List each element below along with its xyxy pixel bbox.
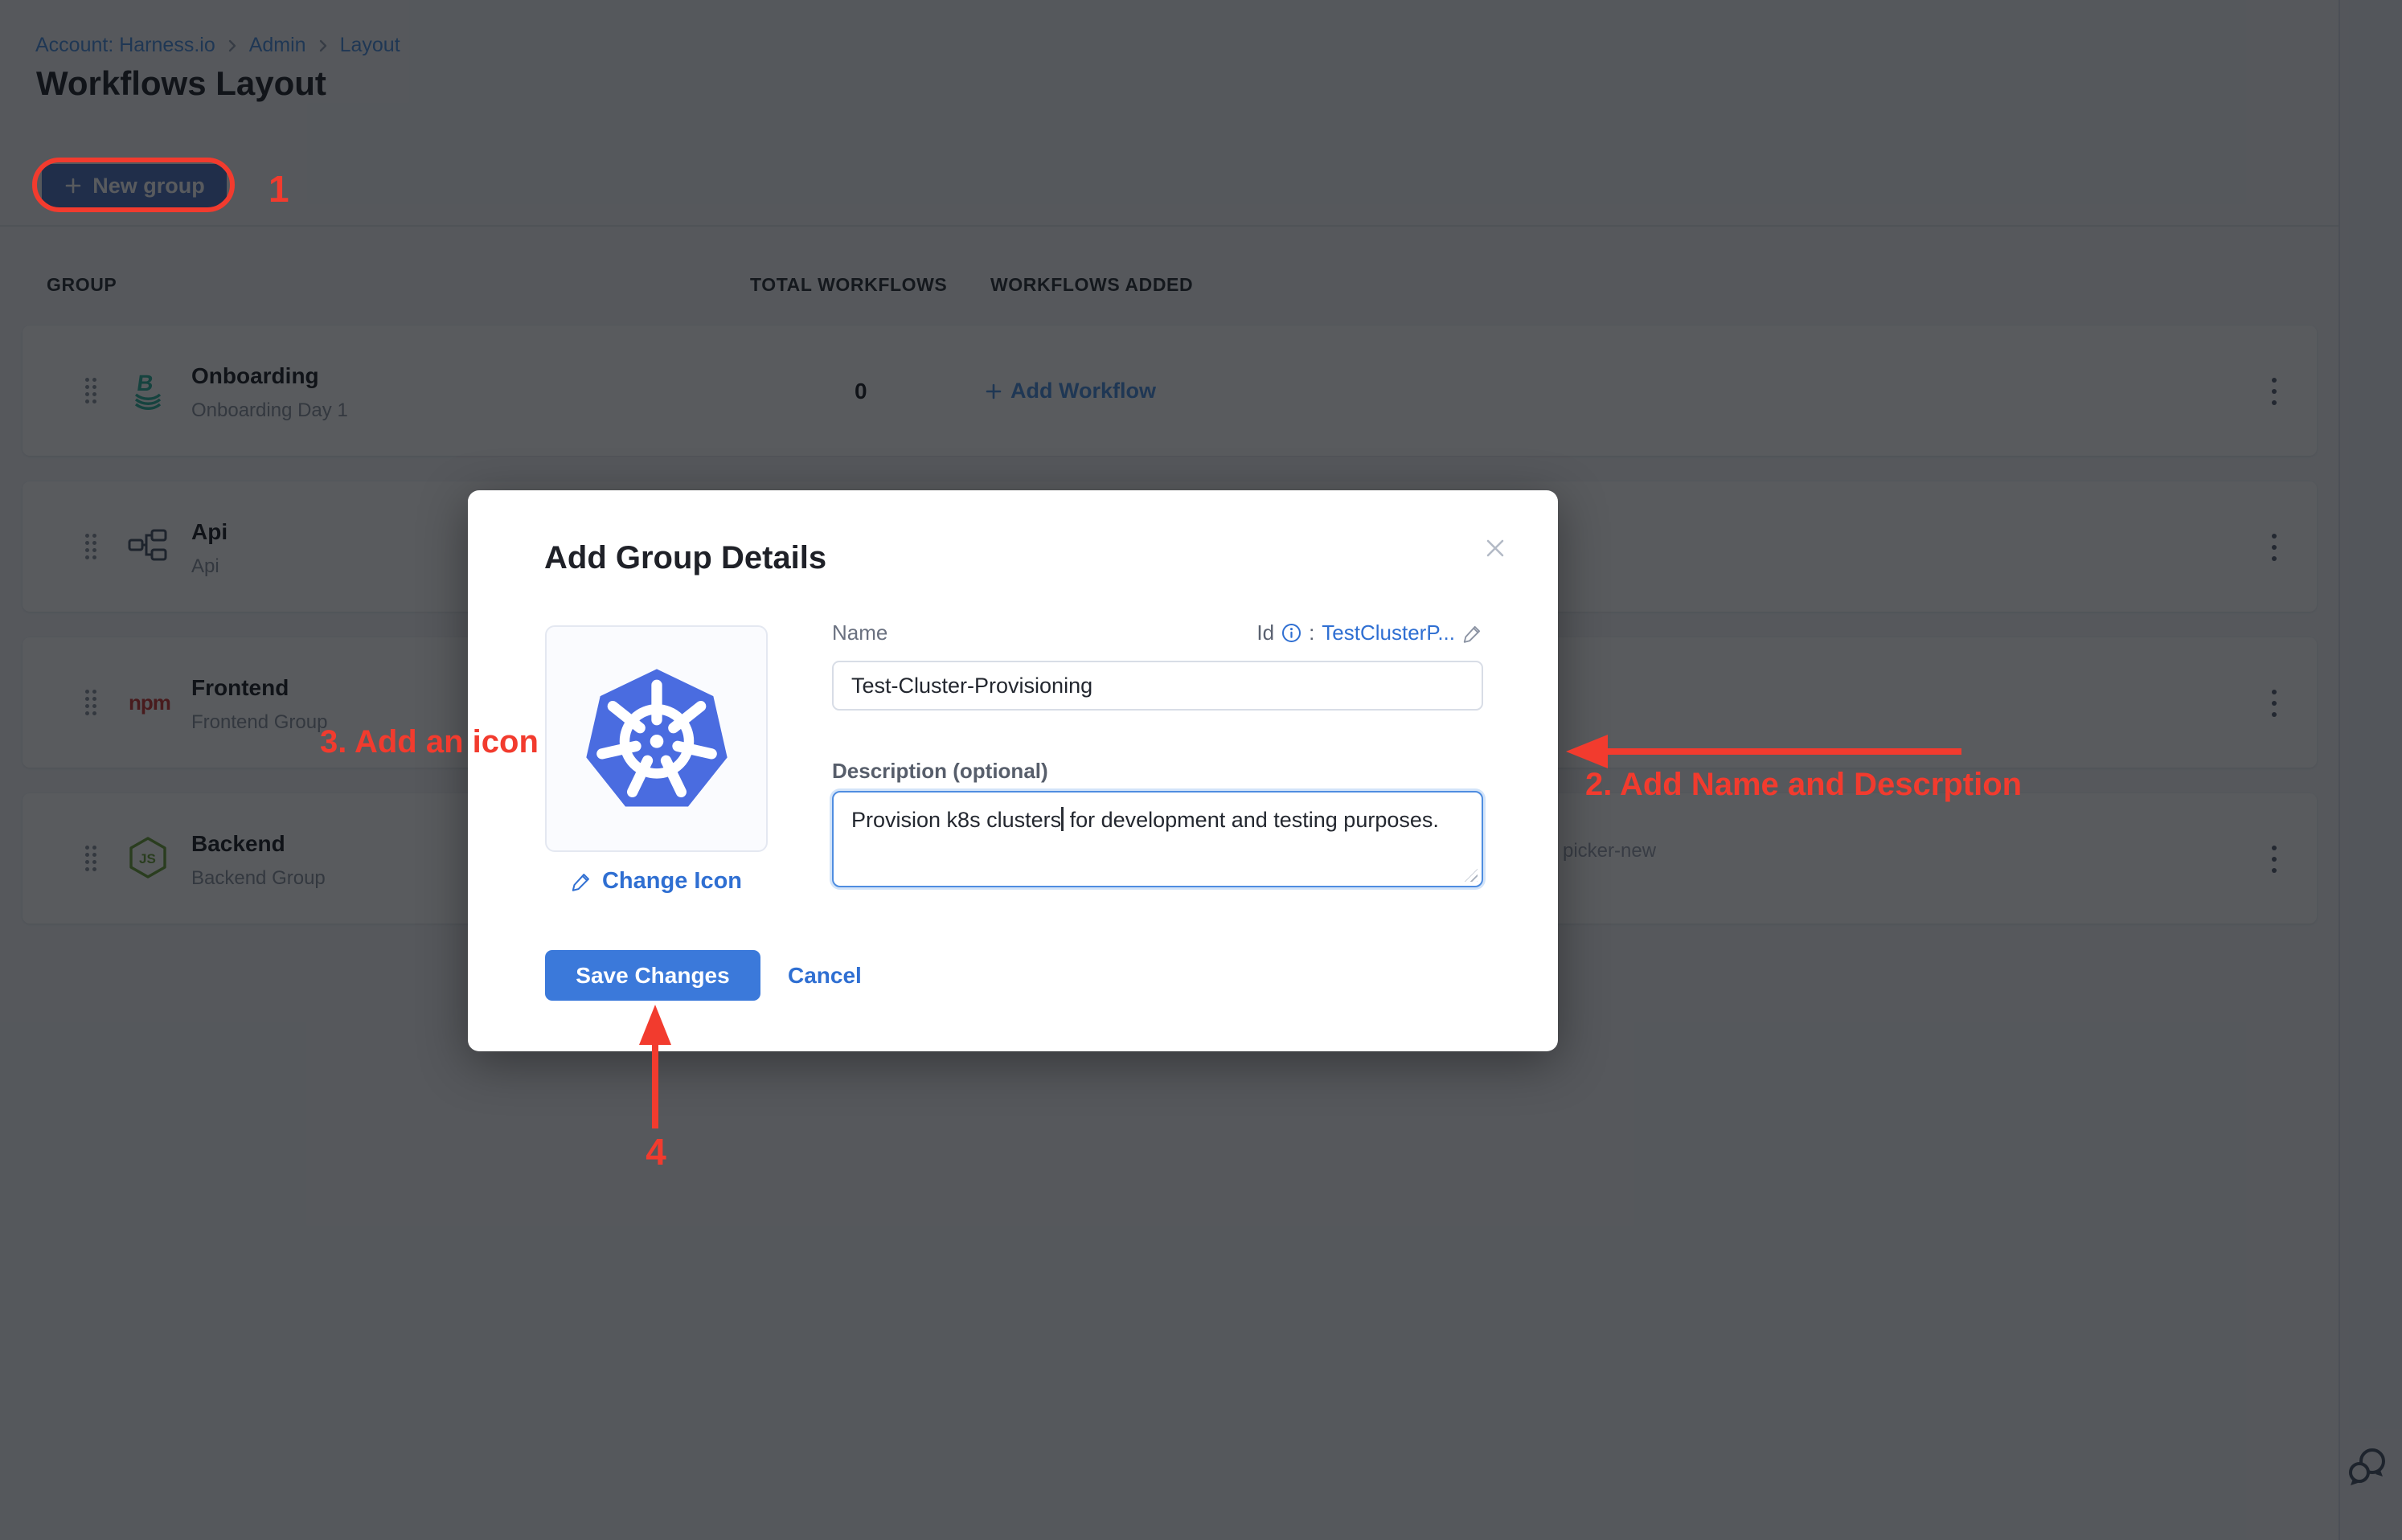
id-value-link[interactable]: TestClusterP... — [1322, 621, 1455, 645]
id-separator: : — [1309, 621, 1314, 645]
change-icon-link[interactable]: Change Icon — [545, 868, 768, 895]
annotation-step-1: 1 — [268, 167, 289, 211]
name-input[interactable] — [832, 661, 1483, 711]
group-icon-preview[interactable] — [545, 625, 768, 852]
annotation-arrow-up-icon — [639, 1005, 671, 1130]
save-changes-button[interactable]: Save Changes — [545, 950, 760, 1001]
annotation-step-2: 2. Add Name and Descrption — [1585, 767, 2022, 803]
description-text: for development and testing purposes. — [1064, 808, 1439, 832]
id-label: Id — [1256, 621, 1274, 645]
pencil-icon — [571, 870, 592, 892]
annotation-arrow-left-icon — [1566, 735, 1961, 770]
edit-id-pencil-icon[interactable] — [1462, 623, 1483, 644]
name-label-row: Name Id : TestClusterP... — [832, 621, 1483, 645]
textarea-resize-grip[interactable] — [1465, 869, 1478, 882]
add-group-details-modal: Add Group Details — [468, 490, 1558, 1051]
name-label: Name — [832, 621, 887, 645]
annotation-highlight-ring — [32, 158, 235, 212]
entity-id-group: Id : TestClusterP... — [1256, 621, 1483, 645]
close-icon[interactable] — [1478, 530, 1513, 566]
annotation-step-4: 4 — [640, 1130, 672, 1173]
annotation-step-3: 3. Add an icon — [320, 724, 539, 760]
info-icon[interactable] — [1281, 623, 1301, 643]
description-textarea[interactable]: Provision k8s clusters for development a… — [832, 791, 1483, 887]
description-text: Provision k8s clusters — [851, 808, 1061, 832]
modal-title: Add Group Details — [544, 540, 826, 576]
cancel-button[interactable]: Cancel — [788, 950, 862, 1001]
app-window: Account: Harness.io Admin Layout Workflo… — [0, 0, 2402, 1540]
description-label: Description (optional) — [832, 759, 1048, 784]
change-icon-label: Change Icon — [602, 868, 742, 895]
kubernetes-logo-icon — [576, 658, 737, 819]
